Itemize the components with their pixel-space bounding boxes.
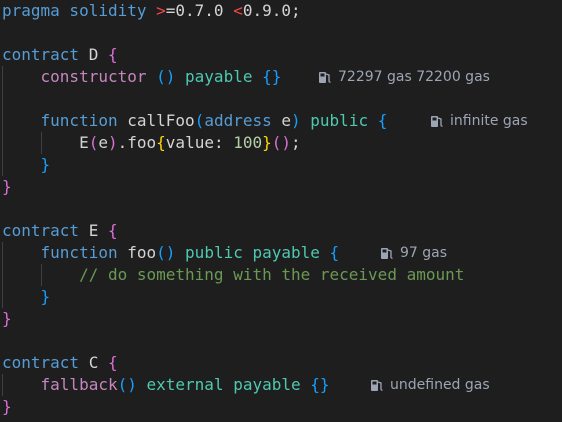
code-token: =0.7.0 (165, 1, 234, 20)
code-token: < (233, 1, 243, 20)
code-token: { (329, 243, 340, 262)
gas-estimate-hint: 97 gas (380, 242, 447, 264)
code-token: C (88, 353, 108, 372)
gas-estimate-hint: infinite gas (430, 110, 528, 132)
code-line[interactable]: pragma solidity >=0.7.0 <0.9.0; (2, 0, 301, 22)
code-token: e (98, 133, 108, 152)
code-token: callFoo (127, 111, 195, 130)
code-token: value: (165, 133, 234, 152)
gas-estimate-text: 97 gas (400, 245, 448, 261)
code-line[interactable]: } (2, 286, 51, 308)
gas-estimate-hint: undefined gas (370, 374, 490, 396)
code-token: ( (88, 133, 99, 152)
indent-guide (2, 66, 3, 176)
gas-estimate-text: infinite gas (450, 113, 528, 129)
code-token: address (204, 111, 282, 130)
code-token: pragma solidity (2, 1, 157, 20)
code-token: {} (262, 67, 282, 86)
code-token: ; (291, 133, 301, 152)
code-token: > (156, 1, 166, 20)
code-token: } (2, 309, 12, 328)
gas-estimate-hint: 72297 gas 72200 gas (318, 66, 490, 88)
code-token: function (40, 111, 128, 130)
code-line[interactable]: } (2, 176, 12, 198)
gas-estimate-text: undefined gas (390, 377, 490, 393)
code-line[interactable]: function foo() public payable { (2, 242, 340, 264)
code-line[interactable]: // do something with the received amount (2, 264, 464, 286)
code-token: fallback (40, 375, 118, 394)
code-token: constructor (40, 67, 157, 86)
code-token: contract (2, 221, 89, 240)
indent-guide (2, 374, 3, 396)
code-token: { (107, 45, 118, 64)
indent-guide (2, 242, 3, 308)
gas-pump-icon (371, 380, 383, 391)
code-token: { (156, 133, 166, 152)
code-token: } (2, 177, 12, 196)
code-token: function (40, 243, 128, 262)
code-token: ) (107, 133, 118, 152)
code-token: () (156, 243, 186, 262)
code-editor[interactable]: pragma solidity >=0.7.0 <0.9.0; contract … (0, 0, 562, 422)
code-line[interactable]: fallback() external payable {} (2, 374, 330, 396)
code-token: 0.9.0; (242, 1, 301, 20)
code-line[interactable]: } (2, 308, 12, 330)
gas-pump-icon (319, 72, 331, 83)
code-token: () (271, 133, 292, 152)
code-token: 100 (233, 133, 263, 152)
code-token: contract (2, 353, 89, 372)
code-token: payable (233, 375, 311, 394)
indent-guide (40, 132, 42, 154)
code-token: external (146, 375, 234, 394)
code-token: payable (252, 243, 330, 262)
code-token: { (107, 221, 118, 240)
code-line[interactable]: function callFoo(address e) public { (2, 110, 388, 132)
code-token: // do something with the received amount (79, 265, 465, 284)
code-line[interactable]: contract C { (2, 352, 118, 374)
gas-pump-icon (431, 116, 443, 127)
code-line[interactable]: contract D { (2, 44, 118, 66)
code-token: } (40, 155, 51, 174)
code-token: contract (2, 45, 89, 64)
code-token: foo (127, 243, 157, 262)
code-token: } (262, 133, 272, 152)
code-token: public (185, 243, 253, 262)
code-token: ( (194, 111, 205, 130)
code-token: { (107, 353, 118, 372)
code-token: E (88, 221, 108, 240)
code-token: () (117, 375, 147, 394)
gas-estimate-text: 72297 gas 72200 gas (338, 69, 490, 85)
code-token: () (156, 67, 186, 86)
code-line[interactable]: E(e).foo{value: 100}(); (2, 132, 301, 154)
code-token: ) (291, 111, 311, 130)
indent-guide (40, 264, 42, 286)
gas-pump-icon (381, 248, 393, 259)
code-token: {} (310, 375, 330, 394)
code-line[interactable]: contract E { (2, 220, 118, 242)
code-token: { (377, 111, 388, 130)
code-token: e (281, 111, 292, 130)
code-token: payable (185, 67, 263, 86)
code-token: E (79, 133, 89, 152)
code-token: D (88, 45, 108, 64)
code-token: public (310, 111, 378, 130)
code-token: } (2, 397, 12, 416)
code-line[interactable]: constructor () payable {} (2, 66, 282, 88)
code-line[interactable]: } (2, 154, 51, 176)
code-token: } (40, 287, 51, 306)
code-token: .foo (117, 133, 157, 152)
code-line[interactable]: } (2, 396, 12, 418)
